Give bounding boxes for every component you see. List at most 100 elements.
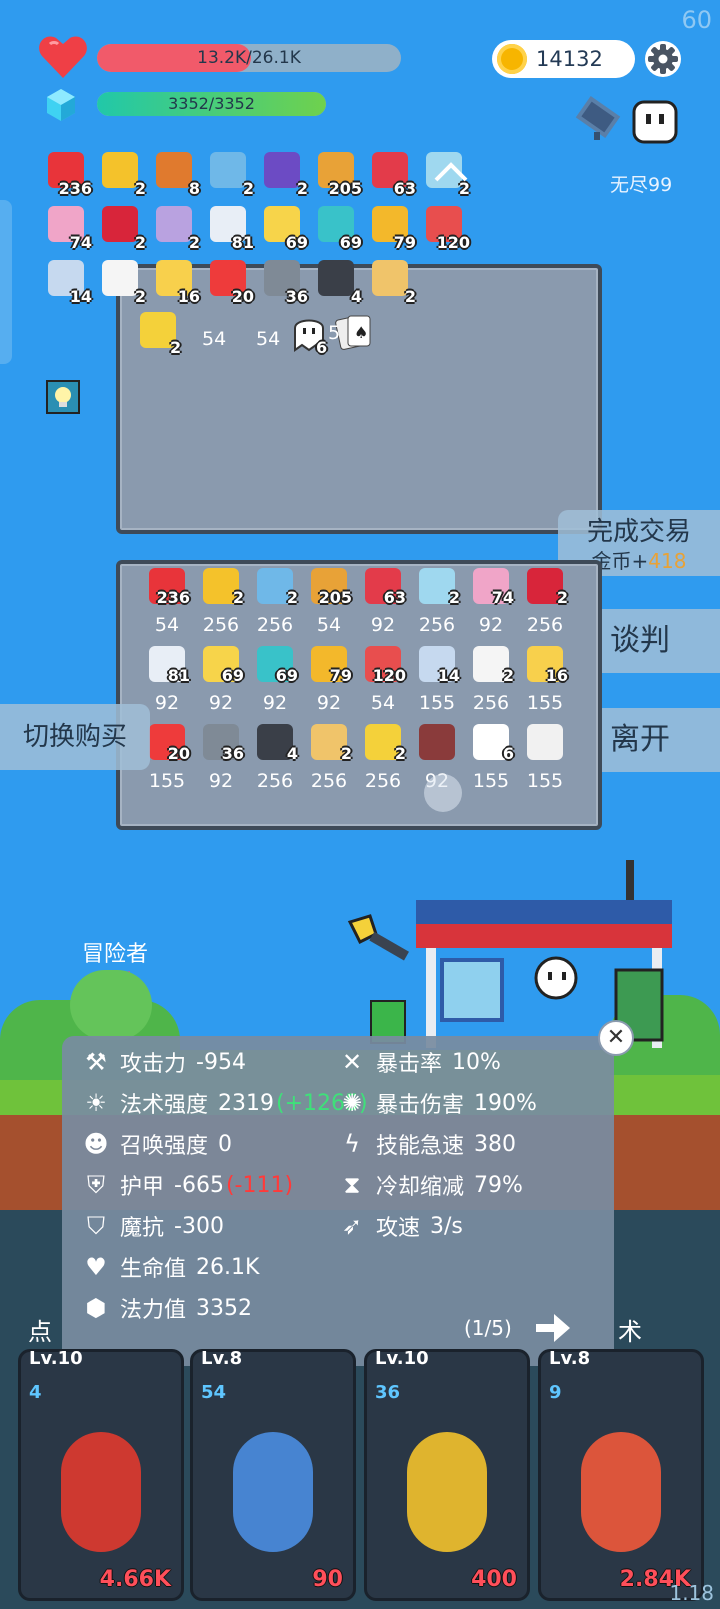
item-count: 205 [318, 588, 352, 607]
offer-item-ghost[interactable]: 6 [292, 314, 328, 357]
switch-buy-button[interactable]: 切换购买 [0, 704, 150, 770]
fps-counter: 60 [681, 6, 712, 34]
inventory-item[interactable]: 2 [152, 204, 200, 252]
skill-card[interactable]: Lv.10 36 400 [364, 1348, 530, 1601]
stat-label: 护甲 [120, 1175, 165, 1200]
shirt-icon [210, 152, 246, 188]
inventory-item[interactable]: 2 [260, 150, 308, 198]
inventory-item[interactable]: 2 [206, 150, 254, 198]
inventory-row: 14 2 16 20 36 4 2 [44, 258, 416, 306]
inventory-item[interactable]: 20 [206, 258, 254, 306]
shop-item[interactable]: 14 155 [410, 646, 464, 716]
skill-card[interactable]: Lv.10 4 4.66K [18, 1348, 184, 1601]
item-count: 20 [231, 287, 254, 306]
adventurer-sprite [70, 970, 152, 1040]
inventory-item[interactable]: 120 [422, 204, 470, 252]
skill-card[interactable]: Lv.8 9 2.84K [538, 1348, 704, 1601]
broken-sword-icon[interactable] [574, 96, 626, 146]
offer-price: 54 [202, 328, 227, 350]
shop-item[interactable]: 155 [518, 724, 572, 794]
fire-icon [581, 1432, 661, 1552]
shop-item[interactable]: 36 92 [194, 724, 248, 794]
shop-item[interactable]: 69 92 [194, 646, 248, 716]
inventory-item[interactable]: 2 [98, 150, 146, 198]
inventory-item[interactable]: 2 [368, 258, 416, 306]
heart-icon [39, 36, 87, 78]
ghost-mode-icon[interactable] [630, 98, 680, 146]
inventory-item[interactable]: 69 [260, 204, 308, 252]
card-count: 4 [29, 1382, 42, 1403]
shop-item[interactable]: 2 256 [356, 724, 410, 794]
mana-bar: 3352/3352 [97, 92, 326, 116]
shop-item[interactable]: 2 256 [410, 568, 464, 638]
shop-item[interactable]: 81 92 [140, 646, 194, 716]
inventory-item[interactable]: 236 [44, 150, 92, 198]
item-price: 155 [526, 692, 564, 714]
stat-value: 0 [218, 1131, 233, 1157]
stat-value: 79% [474, 1172, 523, 1198]
close-stats-button[interactable]: ✕ [598, 1020, 634, 1056]
card-level: Lv.8 [201, 1348, 243, 1369]
side-drawer-tab[interactable] [0, 200, 12, 364]
item-count: 79 [393, 233, 416, 252]
card-level: Lv.8 [549, 1348, 591, 1369]
item-count: 236 [156, 588, 190, 607]
shop-item[interactable]: 2 256 [302, 724, 356, 794]
shop-item[interactable]: 2 256 [464, 646, 518, 716]
inventory-item[interactable]: 36 [260, 258, 308, 306]
inventory-item[interactable]: 8 [152, 150, 200, 198]
inventory-item[interactable]: 79 [368, 204, 416, 252]
shop-item[interactable]: 79 92 [302, 646, 356, 716]
shop-item[interactable]: 16 155 [518, 646, 572, 716]
shop-item[interactable]: 2 256 [194, 568, 248, 638]
shop-item[interactable]: 2 256 [518, 568, 572, 638]
item-count: 6 [316, 338, 328, 357]
inventory-item[interactable]: 69 [314, 204, 362, 252]
stat-label: 法力值 [120, 1298, 187, 1323]
item-count: 2 [134, 179, 146, 198]
inventory-item[interactable]: 63 [368, 150, 416, 198]
shop-item[interactable]: 6 155 [464, 724, 518, 794]
offer-item-wand[interactable]: 2 [140, 312, 181, 357]
shop-item[interactable]: 2 256 [248, 568, 302, 638]
item-count: 81 [167, 666, 190, 685]
item-count: 6 [502, 744, 514, 763]
item-count: 4 [350, 287, 362, 306]
shop-item[interactable]: 74 92 [464, 568, 518, 638]
stat-row: ⧗ 冷却缩减 79% [338, 1169, 523, 1201]
gear-icon[interactable] [643, 39, 683, 79]
card-count: 36 [375, 1382, 401, 1403]
shop-item[interactable]: 236 54 [140, 568, 194, 638]
shop-item[interactable]: 205 54 [302, 568, 356, 638]
item-price: 256 [418, 614, 456, 636]
inventory-item[interactable]: 2 [98, 258, 146, 306]
offer-item-cards[interactable]: ♠ 5 [328, 312, 374, 356]
lightbulb-buff-icon[interactable] [46, 380, 80, 414]
item-count: 69 [339, 233, 362, 252]
inventory-item[interactable]: 2 [98, 204, 146, 252]
sun-icon [102, 152, 138, 188]
shop-item[interactable]: 63 92 [356, 568, 410, 638]
shop-item[interactable]: 4 256 [248, 724, 302, 794]
version-label: 1.18 [669, 1581, 714, 1605]
inventory-row: 74 2 2 81 69 69 79 120 [44, 204, 470, 252]
inventory-item[interactable]: 81 [206, 204, 254, 252]
item-count: 63 [393, 179, 416, 198]
adventurer-name: 冒险者 [81, 942, 148, 967]
item-count: 236 [58, 179, 92, 198]
shop-item[interactable]: 69 92 [248, 646, 302, 716]
collapse-chevron-icon[interactable] [432, 158, 470, 186]
next-page-arrow-icon[interactable] [534, 1312, 572, 1344]
skill-card[interactable]: Lv.8 54 90 [190, 1348, 356, 1601]
skull-book-icon [318, 260, 354, 296]
shop-item[interactable]: 120 54 [356, 646, 410, 716]
inventory-item[interactable]: 14 [44, 258, 92, 306]
inventory-item[interactable]: 205 [314, 150, 362, 198]
inventory-item[interactable]: 4 [314, 258, 362, 306]
card-count: 9 [549, 1382, 562, 1403]
inventory-item[interactable]: 16 [152, 258, 200, 306]
stat-label: 魔抗 [120, 1216, 165, 1241]
item-price: 92 [208, 770, 234, 792]
briefcase-icon [156, 152, 192, 188]
inventory-item[interactable]: 74 [44, 204, 92, 252]
